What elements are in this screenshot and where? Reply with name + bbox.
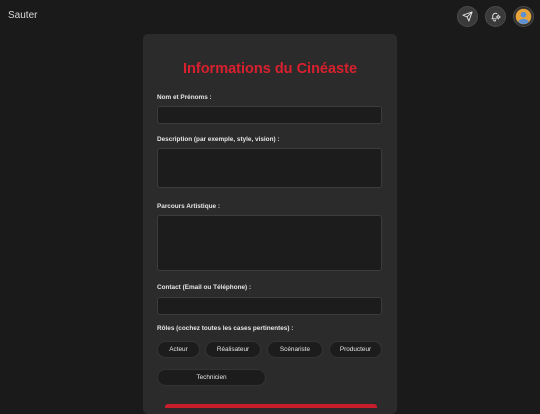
send-icon [462, 11, 473, 22]
role-option-acteur[interactable]: Acteur [157, 341, 200, 358]
header-actions [457, 6, 534, 27]
role-option-producteur[interactable]: Producteur [329, 341, 382, 358]
filmmaker-form-card: Informations du Cinéaste Nom et Prénoms … [143, 34, 397, 414]
name-input[interactable] [157, 106, 382, 124]
send-button[interactable] [457, 6, 478, 27]
name-label: Nom et Prénoms : [157, 94, 212, 101]
user-avatar-button[interactable] [513, 6, 534, 27]
description-label: Description (par exemple, style, vision)… [157, 136, 280, 143]
user-avatar [515, 8, 532, 25]
role-option-scenariste[interactable]: Scénariste [267, 341, 323, 358]
career-label: Parcours Artistique : [157, 203, 220, 210]
career-textarea[interactable] [157, 215, 382, 271]
role-option-technicien[interactable]: Technicien [157, 369, 266, 386]
description-textarea[interactable] [157, 148, 382, 188]
skip-link[interactable]: Sauter [8, 10, 37, 21]
notification-settings-button[interactable] [485, 6, 506, 27]
roles-label: Rôles (cochez toutes les cases pertinent… [157, 325, 294, 332]
contact-input[interactable] [157, 297, 382, 315]
contact-label: Contact (Email ou Téléphone) : [157, 284, 252, 291]
form-title: Informations du Cinéaste [182, 61, 358, 77]
notification-settings-icon [490, 11, 501, 22]
role-option-realisateur[interactable]: Réalisateur [205, 341, 261, 358]
